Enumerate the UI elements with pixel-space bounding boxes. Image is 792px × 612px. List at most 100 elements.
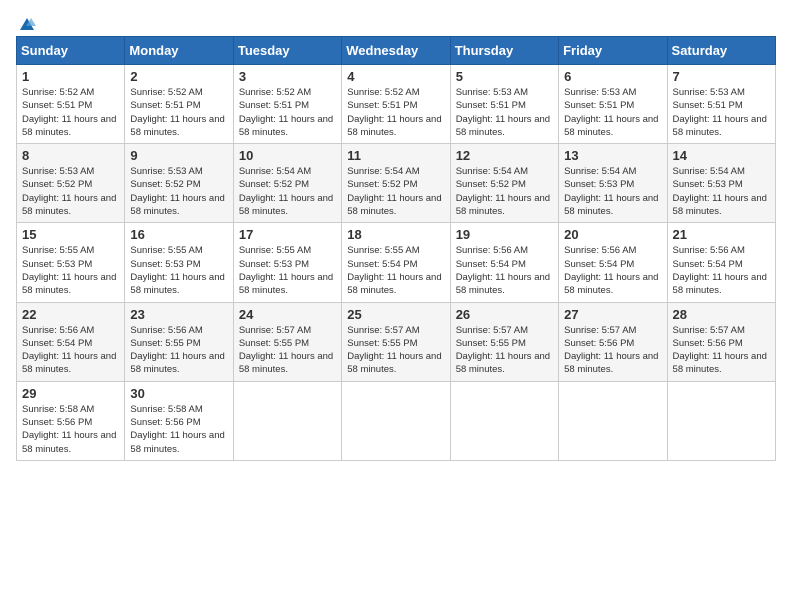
calendar-cell: 3 Sunrise: 5:52 AMSunset: 5:51 PMDayligh… bbox=[233, 65, 341, 144]
day-number: 6 bbox=[564, 69, 661, 84]
day-number: 14 bbox=[673, 148, 770, 163]
calendar-week-row: 8 Sunrise: 5:53 AMSunset: 5:52 PMDayligh… bbox=[17, 144, 776, 223]
day-number: 12 bbox=[456, 148, 553, 163]
calendar-cell: 7 Sunrise: 5:53 AMSunset: 5:51 PMDayligh… bbox=[667, 65, 775, 144]
calendar-cell bbox=[450, 381, 558, 460]
day-info: Sunrise: 5:53 AMSunset: 5:52 PMDaylight:… bbox=[130, 166, 224, 217]
day-info: Sunrise: 5:54 AMSunset: 5:53 PMDaylight:… bbox=[564, 166, 658, 217]
day-number: 5 bbox=[456, 69, 553, 84]
day-info: Sunrise: 5:57 AMSunset: 5:55 PMDaylight:… bbox=[347, 325, 441, 376]
day-number: 2 bbox=[130, 69, 227, 84]
weekday-header: Wednesday bbox=[342, 37, 450, 65]
day-info: Sunrise: 5:57 AMSunset: 5:56 PMDaylight:… bbox=[564, 325, 658, 376]
calendar-cell: 10 Sunrise: 5:54 AMSunset: 5:52 PMDaylig… bbox=[233, 144, 341, 223]
day-info: Sunrise: 5:52 AMSunset: 5:51 PMDaylight:… bbox=[239, 87, 333, 138]
day-info: Sunrise: 5:56 AMSunset: 5:54 PMDaylight:… bbox=[673, 245, 767, 296]
weekday-header: Tuesday bbox=[233, 37, 341, 65]
calendar-cell: 8 Sunrise: 5:53 AMSunset: 5:52 PMDayligh… bbox=[17, 144, 125, 223]
day-number: 10 bbox=[239, 148, 336, 163]
day-info: Sunrise: 5:54 AMSunset: 5:52 PMDaylight:… bbox=[239, 166, 333, 217]
calendar-cell: 17 Sunrise: 5:55 AMSunset: 5:53 PMDaylig… bbox=[233, 223, 341, 302]
calendar-cell: 11 Sunrise: 5:54 AMSunset: 5:52 PMDaylig… bbox=[342, 144, 450, 223]
calendar-week-row: 15 Sunrise: 5:55 AMSunset: 5:53 PMDaylig… bbox=[17, 223, 776, 302]
day-info: Sunrise: 5:54 AMSunset: 5:52 PMDaylight:… bbox=[456, 166, 550, 217]
day-info: Sunrise: 5:56 AMSunset: 5:54 PMDaylight:… bbox=[564, 245, 658, 296]
day-number: 25 bbox=[347, 307, 444, 322]
day-info: Sunrise: 5:58 AMSunset: 5:56 PMDaylight:… bbox=[22, 404, 116, 455]
day-number: 23 bbox=[130, 307, 227, 322]
calendar-cell: 30 Sunrise: 5:58 AMSunset: 5:56 PMDaylig… bbox=[125, 381, 233, 460]
header bbox=[16, 16, 776, 28]
calendar: SundayMondayTuesdayWednesdayThursdayFrid… bbox=[16, 36, 776, 461]
calendar-week-row: 1 Sunrise: 5:52 AMSunset: 5:51 PMDayligh… bbox=[17, 65, 776, 144]
day-info: Sunrise: 5:52 AMSunset: 5:51 PMDaylight:… bbox=[130, 87, 224, 138]
day-info: Sunrise: 5:56 AMSunset: 5:55 PMDaylight:… bbox=[130, 325, 224, 376]
day-number: 21 bbox=[673, 227, 770, 242]
day-number: 27 bbox=[564, 307, 661, 322]
calendar-cell: 24 Sunrise: 5:57 AMSunset: 5:55 PMDaylig… bbox=[233, 302, 341, 381]
calendar-cell: 16 Sunrise: 5:55 AMSunset: 5:53 PMDaylig… bbox=[125, 223, 233, 302]
calendar-cell: 2 Sunrise: 5:52 AMSunset: 5:51 PMDayligh… bbox=[125, 65, 233, 144]
calendar-cell bbox=[559, 381, 667, 460]
calendar-cell: 26 Sunrise: 5:57 AMSunset: 5:55 PMDaylig… bbox=[450, 302, 558, 381]
day-info: Sunrise: 5:53 AMSunset: 5:51 PMDaylight:… bbox=[673, 87, 767, 138]
calendar-cell: 9 Sunrise: 5:53 AMSunset: 5:52 PMDayligh… bbox=[125, 144, 233, 223]
calendar-cell: 20 Sunrise: 5:56 AMSunset: 5:54 PMDaylig… bbox=[559, 223, 667, 302]
day-info: Sunrise: 5:53 AMSunset: 5:51 PMDaylight:… bbox=[564, 87, 658, 138]
day-info: Sunrise: 5:54 AMSunset: 5:52 PMDaylight:… bbox=[347, 166, 441, 217]
calendar-cell: 28 Sunrise: 5:57 AMSunset: 5:56 PMDaylig… bbox=[667, 302, 775, 381]
calendar-cell: 5 Sunrise: 5:53 AMSunset: 5:51 PMDayligh… bbox=[450, 65, 558, 144]
day-info: Sunrise: 5:53 AMSunset: 5:51 PMDaylight:… bbox=[456, 87, 550, 138]
day-info: Sunrise: 5:56 AMSunset: 5:54 PMDaylight:… bbox=[456, 245, 550, 296]
calendar-cell: 13 Sunrise: 5:54 AMSunset: 5:53 PMDaylig… bbox=[559, 144, 667, 223]
day-number: 30 bbox=[130, 386, 227, 401]
day-number: 18 bbox=[347, 227, 444, 242]
weekday-header: Saturday bbox=[667, 37, 775, 65]
day-info: Sunrise: 5:55 AMSunset: 5:53 PMDaylight:… bbox=[130, 245, 224, 296]
day-info: Sunrise: 5:55 AMSunset: 5:53 PMDaylight:… bbox=[22, 245, 116, 296]
calendar-cell: 22 Sunrise: 5:56 AMSunset: 5:54 PMDaylig… bbox=[17, 302, 125, 381]
day-number: 13 bbox=[564, 148, 661, 163]
day-number: 26 bbox=[456, 307, 553, 322]
calendar-cell: 29 Sunrise: 5:58 AMSunset: 5:56 PMDaylig… bbox=[17, 381, 125, 460]
weekday-header: Thursday bbox=[450, 37, 558, 65]
day-number: 20 bbox=[564, 227, 661, 242]
calendar-cell: 19 Sunrise: 5:56 AMSunset: 5:54 PMDaylig… bbox=[450, 223, 558, 302]
day-info: Sunrise: 5:54 AMSunset: 5:53 PMDaylight:… bbox=[673, 166, 767, 217]
day-number: 7 bbox=[673, 69, 770, 84]
calendar-week-row: 29 Sunrise: 5:58 AMSunset: 5:56 PMDaylig… bbox=[17, 381, 776, 460]
calendar-cell: 27 Sunrise: 5:57 AMSunset: 5:56 PMDaylig… bbox=[559, 302, 667, 381]
calendar-cell: 23 Sunrise: 5:56 AMSunset: 5:55 PMDaylig… bbox=[125, 302, 233, 381]
day-info: Sunrise: 5:57 AMSunset: 5:55 PMDaylight:… bbox=[239, 325, 333, 376]
day-number: 22 bbox=[22, 307, 119, 322]
logo-icon bbox=[18, 16, 36, 34]
weekday-header: Monday bbox=[125, 37, 233, 65]
calendar-cell: 21 Sunrise: 5:56 AMSunset: 5:54 PMDaylig… bbox=[667, 223, 775, 302]
day-info: Sunrise: 5:53 AMSunset: 5:52 PMDaylight:… bbox=[22, 166, 116, 217]
day-number: 4 bbox=[347, 69, 444, 84]
calendar-cell: 6 Sunrise: 5:53 AMSunset: 5:51 PMDayligh… bbox=[559, 65, 667, 144]
weekday-header-row: SundayMondayTuesdayWednesdayThursdayFrid… bbox=[17, 37, 776, 65]
calendar-week-row: 22 Sunrise: 5:56 AMSunset: 5:54 PMDaylig… bbox=[17, 302, 776, 381]
calendar-cell bbox=[342, 381, 450, 460]
day-number: 17 bbox=[239, 227, 336, 242]
day-info: Sunrise: 5:55 AMSunset: 5:53 PMDaylight:… bbox=[239, 245, 333, 296]
day-number: 15 bbox=[22, 227, 119, 242]
calendar-cell bbox=[667, 381, 775, 460]
calendar-cell: 15 Sunrise: 5:55 AMSunset: 5:53 PMDaylig… bbox=[17, 223, 125, 302]
day-info: Sunrise: 5:58 AMSunset: 5:56 PMDaylight:… bbox=[130, 404, 224, 455]
calendar-cell bbox=[233, 381, 341, 460]
day-number: 24 bbox=[239, 307, 336, 322]
day-info: Sunrise: 5:52 AMSunset: 5:51 PMDaylight:… bbox=[347, 87, 441, 138]
day-number: 29 bbox=[22, 386, 119, 401]
day-info: Sunrise: 5:57 AMSunset: 5:56 PMDaylight:… bbox=[673, 325, 767, 376]
day-number: 19 bbox=[456, 227, 553, 242]
day-number: 28 bbox=[673, 307, 770, 322]
day-number: 1 bbox=[22, 69, 119, 84]
day-info: Sunrise: 5:57 AMSunset: 5:55 PMDaylight:… bbox=[456, 325, 550, 376]
day-number: 3 bbox=[239, 69, 336, 84]
day-info: Sunrise: 5:55 AMSunset: 5:54 PMDaylight:… bbox=[347, 245, 441, 296]
calendar-cell: 1 Sunrise: 5:52 AMSunset: 5:51 PMDayligh… bbox=[17, 65, 125, 144]
calendar-cell: 14 Sunrise: 5:54 AMSunset: 5:53 PMDaylig… bbox=[667, 144, 775, 223]
day-info: Sunrise: 5:56 AMSunset: 5:54 PMDaylight:… bbox=[22, 325, 116, 376]
